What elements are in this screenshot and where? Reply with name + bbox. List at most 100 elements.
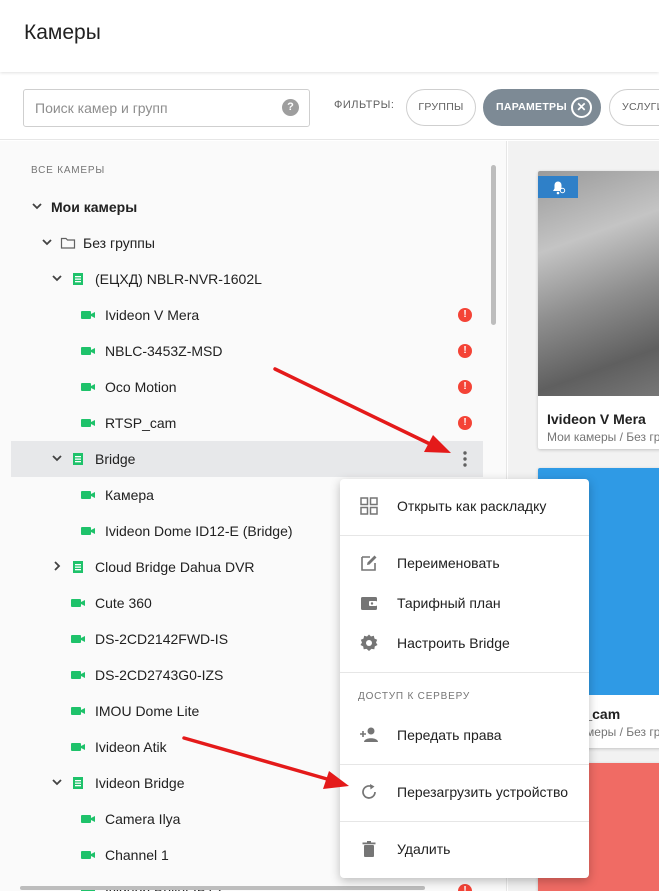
tree-scrollbar[interactable] [491,165,496,325]
camera-icon [81,527,95,535]
more-vert-icon[interactable] [457,450,473,468]
camera-badge [538,176,578,198]
camera-icon [81,311,95,319]
menu-item-transfer-rights[interactable]: Передать права [340,715,589,755]
tree-row-label: Ivideon Atik [95,739,167,755]
recorder-icon [73,273,83,285]
chevron-right-icon[interactable] [50,559,64,573]
tree-row-camera[interactable]: NBLC-3453Z-MSD ! [11,333,483,369]
chevron-down-icon[interactable] [50,775,64,789]
tree-row-my-cameras[interactable]: Мои камеры [11,189,483,225]
menu-item-delete[interactable]: Удалить [340,829,589,869]
chevron-down-icon[interactable] [40,235,54,249]
search-placeholder: Поиск камер и групп [35,100,168,116]
tree-row-label: DS-2CD2743G0-IZS [95,667,224,683]
menu-item-label: Тарифный план [397,595,501,611]
tree-row-label: DS-2CD2142FWD-IS [95,631,229,647]
chevron-down-icon[interactable] [50,271,64,285]
camera-icon [81,491,95,499]
camera-icon [81,347,95,355]
camera-icon [71,599,85,607]
camera-icon [71,635,85,643]
tree-row-label: Камера [105,487,154,503]
tree-row-label: IMOU Dome Lite [95,703,200,719]
menu-item-tariff-plan[interactable]: Тарифный план [340,583,589,623]
camera-icon [81,419,95,427]
context-menu: Открыть как раскладку Переименовать Тари… [340,479,589,878]
recorder-icon [73,561,83,573]
wallet-icon [361,597,377,610]
edit-icon [361,555,377,571]
tree-row-label: Без группы [83,235,155,251]
menu-section-label: ДОСТУП К СЕРВЕРУ [358,691,470,702]
camera-card-name: Ivideon V Mera [547,411,646,427]
camera-thumbnail[interactable] [538,171,659,396]
filters-label: ФИЛЬТРЫ: [334,99,395,111]
bell-icon [553,181,566,195]
tree-row-label: Cloud Bridge Dahua DVR [95,559,255,575]
camera-icon [71,743,85,751]
tree-row-label: RTSP_cam [105,415,177,431]
tree-row-label: NBLC-3453Z-MSD [105,343,223,359]
reload-icon [362,784,376,799]
tree-row-label: Ivideon V Mera [105,307,200,323]
page-title: Камеры [24,21,101,44]
tree-row-no-group[interactable]: Без группы [11,225,483,261]
menu-divider [340,764,589,765]
toolbar: Поиск камер и групп ? ФИЛЬТРЫ: ГРУППЫ ПА… [0,72,659,140]
camera-card-path: Мои камеры / Без группы [547,430,659,444]
filter-chip-parameters[interactable]: ПАРАМЕТРЫ ✕ [483,89,601,126]
trash-icon [362,841,376,857]
error-icon: ! [458,416,472,430]
menu-item-label: Перезагрузить устройство [397,784,569,800]
tree-row-camera[interactable]: Ivideon V Mera ! [11,297,483,333]
tree-row-recorder[interactable]: (ЕЦХД) NBLR-NVR-1602L [11,261,483,297]
tree-row-label: Oco Motion [105,379,177,395]
error-icon: ! [458,380,472,394]
error-icon: ! [458,344,472,358]
camera-icon [71,671,85,679]
add-person-icon [360,727,378,742]
filter-chip-parameters-label: ПАРАМЕТРЫ [496,101,567,113]
recorder-icon [73,777,83,789]
tree-row-label: Cute 360 [95,595,152,611]
tree-row-label: (ЕЦХД) NBLR-NVR-1602L [95,271,262,287]
tree-row-label: Channel 1 [105,847,169,863]
tree-row-camera[interactable]: Oco Motion ! [11,369,483,405]
menu-item-rename[interactable]: Переименовать [340,543,589,583]
tree-row-label: Ivideon Bridge [95,775,185,791]
menu-divider [340,821,589,822]
tree-row-bridge[interactable]: Bridge [11,441,483,477]
error-icon: ! [458,308,472,322]
menu-item-label: Передать права [397,727,502,743]
tree-row-label: Ivideon Dome ID12-E (Bridge) [105,523,293,539]
tree-horizontal-scrollbar[interactable] [20,886,425,890]
menu-item-label: Открыть как раскладку [397,498,547,514]
filter-chip-groups[interactable]: ГРУППЫ [406,89,476,126]
camera-icon [71,707,85,715]
menu-item-label: Удалить [397,841,451,857]
menu-item-label: Настроить Bridge [397,635,510,651]
layout-grid-icon [360,497,378,515]
chevron-down-icon[interactable] [50,451,64,465]
menu-divider [340,535,589,536]
camera-card[interactable]: Ivideon V Mera Мои камеры / Без группы [538,171,659,449]
filter-chip-services[interactable]: УСЛУГИ [609,89,659,126]
folder-icon [60,237,76,249]
tree-row-label: Camera Ilya [105,811,181,827]
search-input[interactable]: Поиск камер и групп ? [23,89,310,127]
menu-item-label: Переименовать [397,555,500,571]
help-icon[interactable]: ? [282,99,299,116]
camera-icon [81,383,95,391]
gear-icon [360,634,378,651]
menu-item-configure-bridge[interactable]: Настроить Bridge [340,623,589,663]
tree-row-label: Мои камеры [51,199,138,215]
tree-row-camera[interactable]: RTSP_cam ! [11,405,483,441]
tree-section-label: ВСЕ КАМЕРЫ [31,165,106,176]
recorder-icon [73,453,83,465]
close-icon[interactable]: ✕ [571,97,592,118]
menu-item-open-as-layout[interactable]: Открыть как раскладку [340,486,589,526]
camera-icon [81,815,95,823]
menu-item-reboot-device[interactable]: Перезагрузить устройство [340,772,589,812]
chevron-down-icon[interactable] [30,199,44,213]
